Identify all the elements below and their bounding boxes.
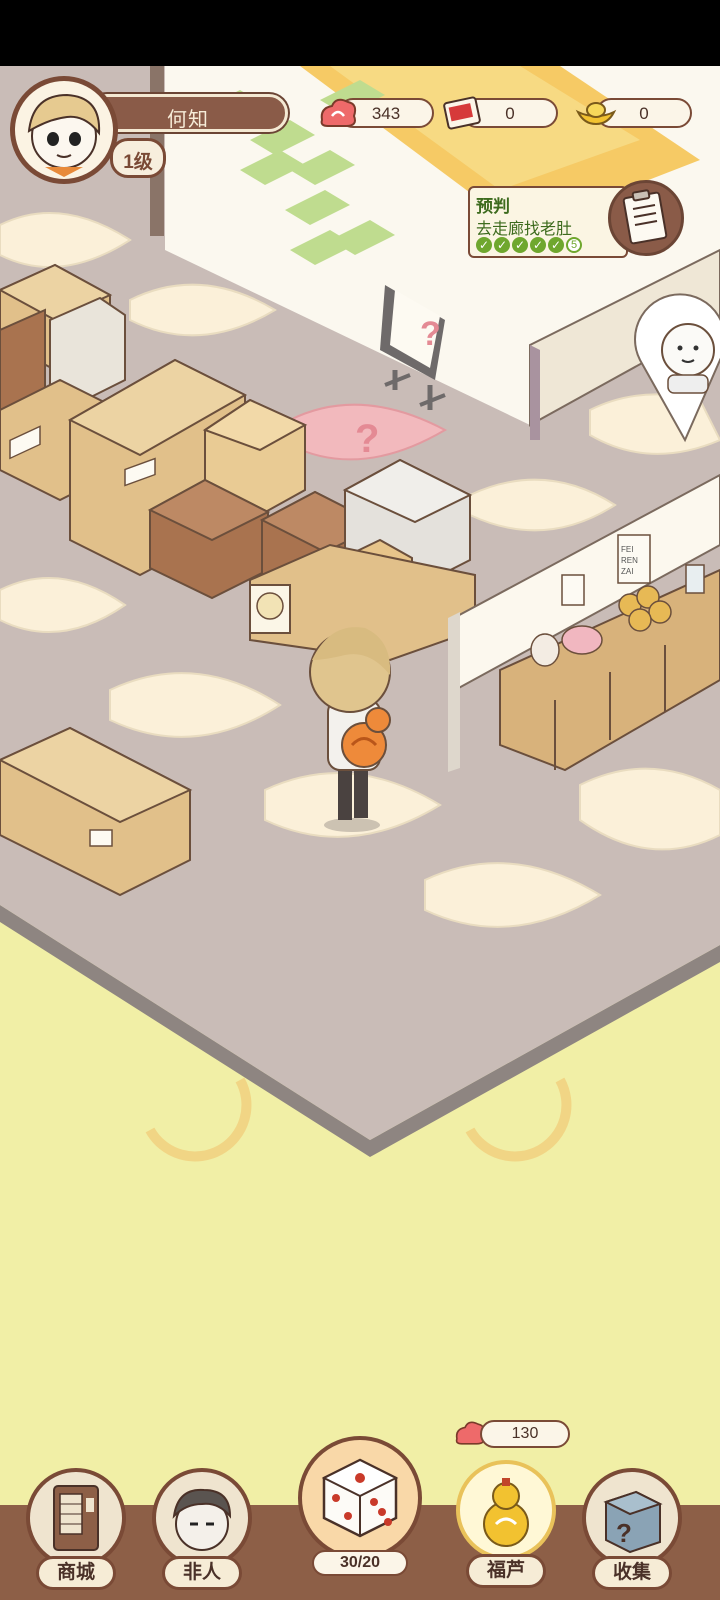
vending-machine-icon (53, 1485, 99, 1551)
check-icon: ✓ (530, 237, 546, 253)
svg-text:?: ? (616, 1518, 632, 1548)
check-icon: ✓ (512, 237, 528, 253)
lucky-cloud-icon (320, 98, 357, 127)
shop-label: 商城 (36, 1556, 116, 1590)
check-icon: ✓ (548, 237, 564, 253)
quest-progress: ✓ ✓ ✓ ✓ ✓ 5 (476, 237, 582, 253)
player-name-plate: 何知 (88, 94, 288, 132)
resource-fei-ticket[interactable]: 0 (440, 96, 558, 130)
fei-ticket-icon (443, 96, 481, 130)
dice-circle (298, 1436, 422, 1560)
sign-question-mark: ? (420, 315, 441, 353)
golden-gourd-icon (483, 1478, 529, 1547)
gourd-button[interactable]: 福芦 (452, 1460, 560, 1588)
dice-icon (321, 1458, 399, 1538)
check-icon: ✓ (494, 237, 510, 253)
clipboard-icon-graphic (622, 189, 668, 245)
player-name: 何知 (167, 109, 209, 131)
wall-poster-line-1: FEI (621, 545, 633, 554)
character-face-icon (172, 1488, 232, 1551)
gourd-cost: 130 (480, 1420, 570, 1448)
feiren-icon-circle (152, 1468, 252, 1568)
player-profile[interactable]: 何知 1级 (10, 76, 290, 186)
tile-question-mark: ? (355, 417, 379, 461)
shop-button[interactable]: 商城 (22, 1468, 130, 1590)
dice-count: 30/20 (312, 1550, 408, 1576)
resource-lucky-cloud[interactable]: 343 (316, 98, 434, 130)
check-icon: ✓ (476, 237, 492, 253)
quest-count: 5 (566, 237, 582, 253)
roll-dice-button[interactable]: 30/20 (298, 1436, 422, 1576)
gourd-label: 福芦 (466, 1554, 546, 1588)
feiren-label: 非人 (162, 1556, 242, 1590)
pink-bunny-plush (561, 625, 603, 655)
clipboard-icon[interactable] (608, 180, 684, 256)
player-level-badge: 1级 (110, 138, 166, 178)
feiren-button[interactable]: 非人 (148, 1468, 256, 1590)
wall-poster-line-2: REN (621, 556, 638, 565)
collect-icon-circle: ? (582, 1468, 682, 1568)
gold-ingot-icon (575, 102, 617, 126)
bunny-figurine (530, 633, 560, 667)
collect-label: 收集 (592, 1556, 672, 1590)
quest-title: 预判 (476, 197, 510, 216)
player-avatar[interactable] (10, 76, 118, 184)
collect-button[interactable]: ? 收集 (578, 1468, 686, 1590)
gourd-icon-circle (456, 1460, 556, 1560)
player-level: 1级 (123, 152, 153, 173)
game-screen: ? ? FEI REN ZAI 何知 1级 343 0 0 预判 去走廊找老肚 … (0, 0, 720, 1600)
mystery-box-icon: ? (603, 1490, 663, 1554)
quest-task: 去走廊找老肚 (476, 221, 573, 238)
quest-box: 预判 去走廊找老肚 ✓ ✓ ✓ ✓ ✓ 5 (468, 186, 628, 258)
quest-panel[interactable]: 预判 去走廊找老肚 ✓ ✓ ✓ ✓ ✓ 5 (468, 180, 684, 258)
resource-gold-ingot[interactable]: 0 (574, 98, 692, 130)
shop-icon-circle (26, 1468, 126, 1568)
wall-poster-line-3: ZAI (621, 567, 633, 576)
avatar-portrait-icon (27, 93, 101, 177)
gourd-cost-tag: 130 (455, 1418, 574, 1452)
